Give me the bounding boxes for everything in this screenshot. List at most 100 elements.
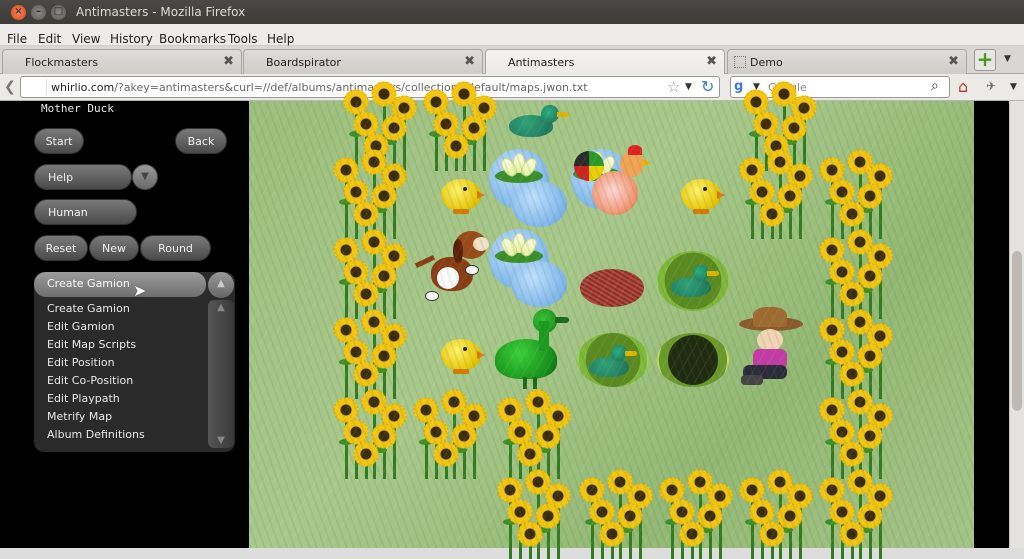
- start-button[interactable]: Start: [34, 128, 84, 154]
- dropdown-option[interactable]: Edit Gamion: [34, 318, 204, 336]
- help-button[interactable]: Help: [34, 164, 132, 190]
- sunflower-clump[interactable]: [329, 229, 409, 319]
- dropdown-option[interactable]: Metrify Map: [34, 408, 204, 426]
- tab-close-icon[interactable]: ✖: [223, 54, 234, 69]
- menu-view[interactable]: View: [72, 28, 100, 46]
- water-lily-icon: [495, 153, 543, 183]
- chick-icon[interactable]: [677, 173, 725, 215]
- pond-tile[interactable]: [511, 261, 567, 307]
- sunflower-clump[interactable]: [493, 469, 573, 559]
- dropdown-option[interactable]: Edit Position: [34, 354, 204, 372]
- tab-close-icon[interactable]: ✖: [948, 54, 959, 69]
- sunflower-clump[interactable]: [655, 469, 735, 559]
- tab-label: Flockmasters: [25, 56, 99, 69]
- duck-icon[interactable]: [667, 261, 727, 301]
- sunflower-clump[interactable]: [735, 469, 815, 559]
- water-lily-icon: [495, 233, 543, 263]
- sunflower-clump[interactable]: [735, 149, 815, 239]
- sunflower-clump[interactable]: [329, 149, 409, 239]
- home-icon[interactable]: ⌂: [958, 77, 968, 96]
- sunflower-icon: [599, 521, 625, 547]
- pond-tile[interactable]: [511, 181, 567, 227]
- round-button[interactable]: Round: [140, 235, 211, 261]
- hole-tile[interactable]: [657, 333, 729, 387]
- dropdown-option[interactable]: Edit Map Scripts: [34, 336, 204, 354]
- window-title: Antimasters - Mozilla Firefox: [76, 5, 246, 19]
- tab-boardspirator[interactable]: Boardspirator ✖: [243, 49, 483, 74]
- page-icon: [734, 56, 746, 68]
- menu-history[interactable]: History: [110, 28, 153, 46]
- sunflower-clump[interactable]: [493, 389, 573, 479]
- menu-file[interactable]: File: [7, 28, 27, 46]
- url-text: whirlio.com/?akey=antimasters&curl=//def…: [51, 81, 588, 94]
- duck-icon[interactable]: [585, 341, 645, 381]
- sunflower-clump[interactable]: [329, 389, 409, 479]
- farmer-icon[interactable]: [739, 307, 803, 387]
- window-maximize-icon[interactable]: □: [51, 5, 66, 20]
- sunflower-clump[interactable]: [409, 389, 489, 479]
- sunflower-clump[interactable]: [575, 469, 655, 559]
- bookmark-star-icon[interactable]: ☆: [667, 78, 680, 96]
- hen-icon[interactable]: [574, 145, 654, 225]
- sunflower-clump[interactable]: [815, 229, 895, 319]
- help-chevron-down-icon[interactable]: ▼: [132, 164, 158, 190]
- window-close-icon[interactable]: ×: [11, 5, 26, 20]
- sunflower-icon: [433, 441, 459, 467]
- nest-mat-tile[interactable]: [580, 269, 644, 307]
- sunflower-clump[interactable]: [815, 469, 895, 559]
- back-button[interactable]: Back: [175, 128, 227, 154]
- sunflower-icon: [353, 201, 379, 227]
- site-identity-icon[interactable]: [23, 79, 47, 95]
- dropdown-selected[interactable]: Create Gamion: [34, 272, 206, 297]
- search-icon[interactable]: ⌕: [931, 78, 939, 94]
- menu-help[interactable]: Help: [267, 28, 294, 46]
- dropdown-chevron-up-icon[interactable]: ▲: [208, 272, 234, 298]
- new-button[interactable]: New: [89, 235, 139, 261]
- page-scrollbar[interactable]: [1009, 101, 1024, 548]
- window-titlebar: × – □ Antimasters - Mozilla Firefox: [0, 0, 1024, 24]
- sunflower-clump[interactable]: [815, 149, 895, 239]
- dog-icon[interactable]: [414, 229, 495, 307]
- reset-button[interactable]: Reset: [34, 235, 88, 261]
- sunflower-clump[interactable]: [329, 309, 409, 399]
- sunflower-icon: [759, 521, 785, 547]
- sunflower-icon: [353, 441, 379, 467]
- tab-flockmasters[interactable]: Flockmasters ✖: [2, 49, 242, 74]
- tab-demo[interactable]: Demo ✖: [727, 49, 967, 74]
- reload-icon[interactable]: ↻: [701, 77, 714, 96]
- tab-label: Demo: [750, 56, 783, 69]
- menu-bookmarks[interactable]: Bookmarks: [159, 28, 226, 46]
- chick-icon[interactable]: [437, 333, 485, 375]
- chick-icon[interactable]: [437, 173, 485, 215]
- scroll-up-icon[interactable]: ▲: [208, 302, 234, 313]
- tab-close-icon[interactable]: ✖: [464, 54, 475, 69]
- tab-close-icon[interactable]: ✖: [706, 54, 717, 69]
- back-arrow-icon[interactable]: ❮: [4, 79, 16, 95]
- game-board[interactable]: [249, 81, 974, 559]
- dropdown-scrollbar[interactable]: ▲ ▼: [208, 300, 234, 448]
- scrollbar-thumb[interactable]: [1012, 251, 1022, 411]
- dropdown-option[interactable]: Edit Playpath: [34, 390, 204, 408]
- sunflower-clump[interactable]: [419, 81, 499, 171]
- duck-icon[interactable]: [509, 103, 569, 139]
- addon-icon[interactable]: ✈: [986, 79, 996, 93]
- sunflower-icon: [679, 521, 705, 547]
- history-chevron-down-icon[interactable]: ▼: [685, 82, 692, 92]
- sunflower-clump[interactable]: [815, 309, 895, 399]
- menu-edit[interactable]: Edit: [38, 28, 61, 46]
- mother-duck-icon[interactable]: [495, 307, 575, 391]
- sunflower-clump[interactable]: [815, 389, 895, 479]
- dropdown-option[interactable]: Album Definitions: [34, 426, 204, 444]
- human-button[interactable]: Human: [34, 199, 137, 225]
- dropdown-option[interactable]: Edit Co-Position: [34, 372, 204, 390]
- menu-tools[interactable]: Tools: [228, 28, 258, 46]
- dropdown-option[interactable]: Create Gamion: [34, 300, 204, 318]
- window-minimize-icon[interactable]: –: [31, 5, 46, 20]
- toolbar-chevron-down-icon[interactable]: ▼: [1010, 82, 1017, 92]
- new-tab-plus-icon[interactable]: +: [974, 49, 996, 71]
- tab-list-chevron-down-icon[interactable]: ▼: [1004, 54, 1011, 64]
- scroll-down-icon[interactable]: ▼: [208, 435, 234, 446]
- tab-label: Antimasters: [508, 56, 575, 69]
- tab-antimasters[interactable]: Antimasters ✖: [485, 49, 725, 75]
- right-margin: [974, 101, 1009, 548]
